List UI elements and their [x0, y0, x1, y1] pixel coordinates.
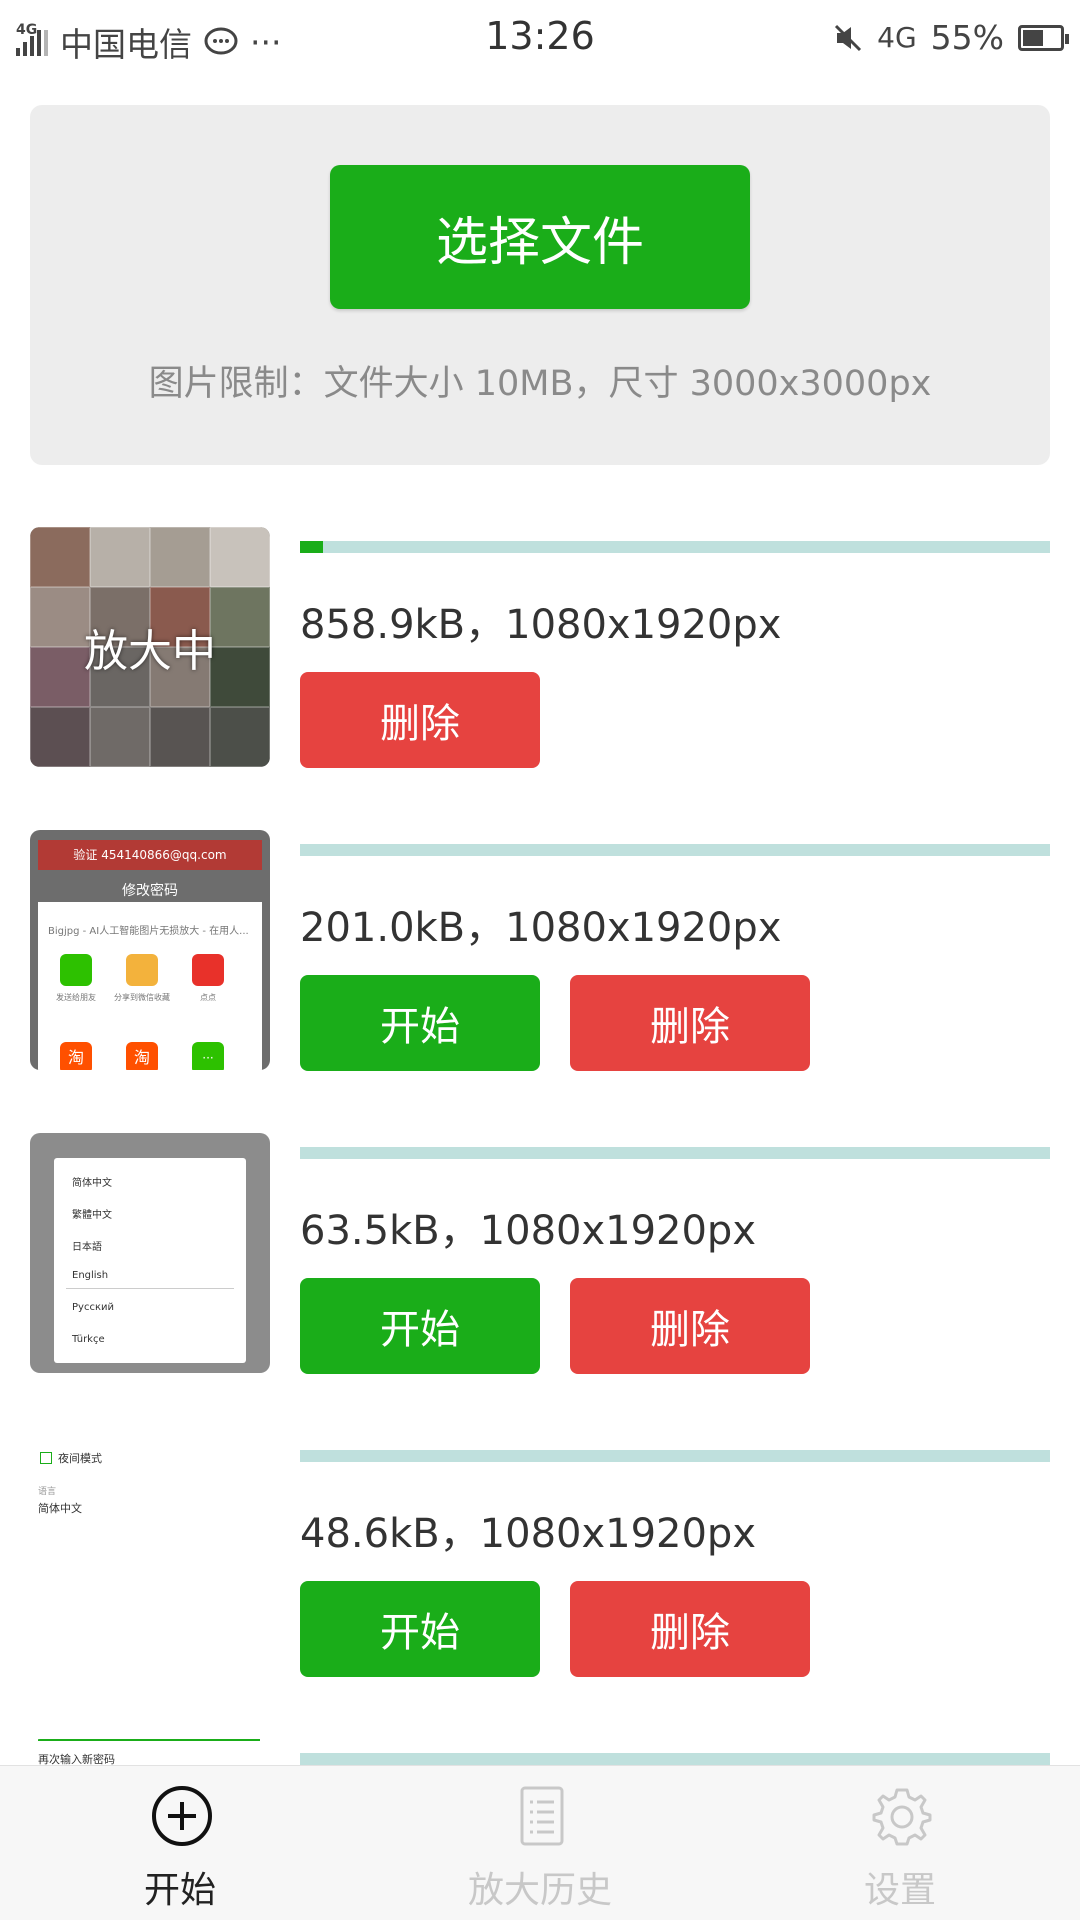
add-circle-icon — [152, 1786, 212, 1846]
start-button[interactable]: 开始 — [300, 1278, 540, 1374]
thumb-language-item: 日本語 — [72, 1242, 102, 1253]
upscaling-status-label: 放大中 — [84, 626, 216, 677]
thumb-language-item: 简体中文 — [72, 1178, 112, 1189]
gear-icon — [872, 1788, 932, 1846]
thumb-night-mode-label: 夜间模式 — [58, 1452, 102, 1465]
tab-label: 放大历史 — [467, 1870, 612, 1911]
delete-button[interactable]: 删除 — [300, 672, 540, 768]
message-app-icon: ··· — [192, 1042, 224, 1070]
tab-start[interactable]: 开始 — [0, 1766, 360, 1920]
tab-label: 设置 — [863, 1870, 936, 1911]
thumb-checkbox-icon — [40, 1452, 52, 1464]
thumb-app-name: 分享到微信收藏 — [114, 993, 170, 1002]
delete-button[interactable]: 删除 — [570, 975, 810, 1071]
mute-icon — [835, 24, 862, 51]
thumb-heading: 修改密码 — [122, 883, 178, 899]
file-info: 63.5kB，1080x1920px — [300, 1208, 756, 1254]
thumb-sheet-title: Bigjpg - AI人工智能图片无损放大 - 在用人... — [48, 926, 249, 937]
file-info: 858.9kB，1080x1920px — [300, 602, 782, 648]
thumb-email-bar: 验证 454140866@qq.com — [38, 840, 262, 870]
file-item: 放大中 858.9kB，1080x1920px 删除 — [30, 527, 1050, 768]
thumb-language-item: Русский — [72, 1302, 114, 1313]
file-item: 简体中文 繁體中文 日本語 English Русский Türkçe 63.… — [30, 1133, 1050, 1374]
wechat-app-icon — [60, 954, 92, 986]
taobao-app-icon: 淘 — [60, 1042, 92, 1070]
progress-bar — [300, 844, 1050, 856]
file-thumbnail[interactable]: 夜间模式 语言 简体中文 — [30, 1436, 270, 1676]
thumb-language-label: 语言 — [38, 1487, 57, 1497]
start-button[interactable]: 开始 — [300, 1581, 540, 1677]
file-info: 201.0kB，1080x1920px — [300, 905, 782, 951]
bottom-tab-bar: 开始 放大历史 设置 — [0, 1765, 1080, 1920]
file-thumbnail[interactable]: 验证 454140866@qq.com 修改密码 Bigjpg - AI人工智能… — [30, 830, 270, 1070]
upload-panel: 选择文件 图片限制：文件大小 10MB，尺寸 3000x3000px — [30, 105, 1050, 465]
battery-level — [1023, 29, 1043, 46]
tab-history[interactable]: 放大历史 — [360, 1766, 720, 1920]
signal-type: 4G — [877, 21, 917, 54]
tab-settings[interactable]: 设置 — [720, 1766, 1080, 1920]
tab-label: 开始 — [143, 1870, 216, 1911]
thumb-language-menu: 简体中文 繁體中文 日本語 English Русский Türkçe — [54, 1158, 246, 1363]
status-right: 4G 55% — [833, 18, 1069, 57]
progress-fill — [300, 541, 323, 553]
thumb-language-value: 简体中文 — [38, 1502, 82, 1515]
file-thumbnail[interactable]: 放大中 — [30, 527, 270, 767]
taobao-app-icon: 淘 — [126, 1042, 158, 1070]
thumb-share-sheet: Bigjpg - AI人工智能图片无损放大 - 在用人... 发送给朋友 分享到… — [38, 902, 262, 1070]
battery-percent: 55% — [930, 18, 1004, 57]
progress-bar — [300, 1147, 1050, 1159]
thumb-app-name: 发送给朋友 — [56, 993, 96, 1002]
status-bar: 4G 中国电信 ··· 13:26 4G 55% — [0, 0, 1080, 78]
thumb-language-item: English — [72, 1270, 109, 1281]
battery-charging-icon — [1018, 24, 1069, 51]
progress-bar — [300, 541, 1050, 553]
progress-bar — [300, 1450, 1050, 1462]
thumb-app-name: 点点 — [200, 993, 216, 1002]
thumb-menu-divider — [66, 1288, 234, 1289]
thumb-language-item: 繁體中文 — [72, 1210, 112, 1221]
list-icon — [520, 1786, 564, 1846]
app-icon — [192, 954, 224, 986]
thumb-language-item: Türkçe — [72, 1334, 105, 1345]
file-info: 48.6kB，1080x1920px — [300, 1511, 756, 1557]
progress-bar — [300, 1753, 1050, 1765]
delete-button[interactable]: 删除 — [570, 1278, 810, 1374]
choose-file-button[interactable]: 选择文件 — [330, 165, 750, 309]
file-item: 验证 454140866@qq.com 修改密码 Bigjpg - AI人工智能… — [30, 830, 1050, 1071]
favorites-app-icon — [126, 954, 158, 986]
file-thumbnail[interactable]: 简体中文 繁體中文 日本語 English Русский Türkçe — [30, 1133, 270, 1373]
thumb-input-underline — [38, 1739, 260, 1741]
delete-button[interactable]: 删除 — [570, 1581, 810, 1677]
image-limit-text: 图片限制：文件大小 10MB，尺寸 3000x3000px — [148, 364, 932, 404]
start-button[interactable]: 开始 — [300, 975, 540, 1071]
file-item: 夜间模式 语言 简体中文 48.6kB，1080x1920px 开始 删除 — [30, 1436, 1050, 1677]
